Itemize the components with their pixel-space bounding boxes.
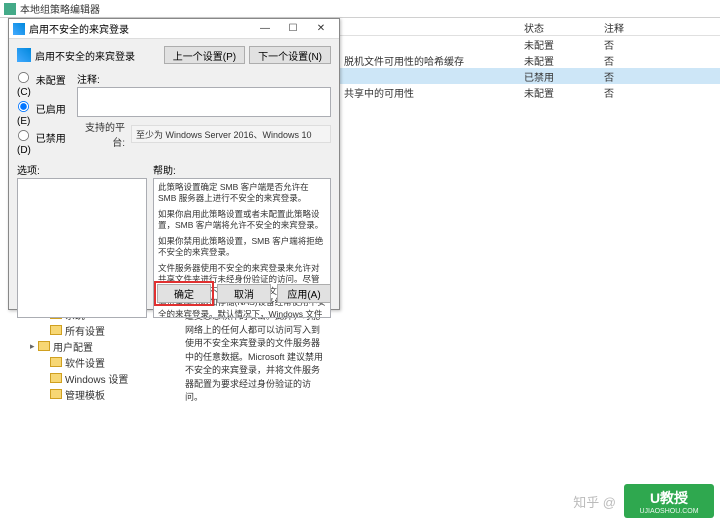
- zhihu-watermark: 知乎 @: [573, 492, 616, 511]
- policy-dialog: 启用不安全的来宾登录 — ☐ ✕ 启用不安全的来宾登录 上一个设置(P) 下一个…: [8, 18, 340, 310]
- options-box: [17, 178, 147, 318]
- next-setting-button[interactable]: 下一个设置(N): [249, 46, 331, 64]
- brand-logo: U教授 UJIAOSHOU.COM: [624, 484, 714, 518]
- dialog-icon: [13, 23, 25, 35]
- dialog-title: 启用不安全的来宾登录: [29, 21, 251, 36]
- list-row[interactable]: 已禁用否: [340, 68, 720, 84]
- supported-value: 至少为 Windows Server 2016、Windows 10: [131, 125, 331, 143]
- dialog-titlebar[interactable]: 启用不安全的来宾登录 — ☐ ✕: [9, 19, 339, 39]
- list-header: 状态 注释: [340, 18, 720, 36]
- tree-item[interactable]: ▸用户配置: [30, 338, 140, 354]
- comment-textbox[interactable]: [77, 87, 331, 117]
- side-help-text: 遭受恶意软件的攻击。此外，可能网络上的任何人都可以访问写入到使用不安全来宾登录的…: [185, 310, 325, 405]
- col-name[interactable]: [340, 18, 520, 35]
- list-row[interactable]: 共享中的可用性未配置否: [340, 84, 720, 100]
- app-icon: [4, 3, 16, 15]
- setting-name-label: 启用不安全的来宾登录: [35, 48, 135, 63]
- comment-label: 注释:: [77, 75, 100, 86]
- opt-not-configured[interactable]: 未配置(C): [17, 71, 77, 98]
- list-row[interactable]: 脱机文件可用性的哈希缓存未配置否: [340, 52, 720, 68]
- app-titlebar: 本地组策略编辑器: [0, 0, 720, 18]
- list-row[interactable]: 未配置否: [340, 36, 720, 52]
- col-comment[interactable]: 注释: [600, 18, 720, 35]
- watermark: 知乎 @ U教授 UJIAOSHOU.COM: [573, 484, 714, 518]
- policy-list: 状态 注释 未配置否脱机文件可用性的哈希缓存未配置否已禁用否共享中的可用性未配置…: [340, 18, 720, 100]
- tree-item[interactable]: 管理模板: [42, 386, 140, 402]
- ok-button[interactable]: 确定: [157, 284, 211, 303]
- tree-item[interactable]: Windows 设置: [42, 370, 140, 386]
- supported-label: 支持的平台:: [77, 119, 125, 149]
- minimize-button[interactable]: —: [251, 20, 279, 38]
- tree-item[interactable]: 软件设置: [42, 354, 140, 370]
- close-button[interactable]: ✕: [307, 20, 335, 38]
- opt-enabled[interactable]: 已启用(E): [17, 100, 77, 127]
- cancel-button[interactable]: 取消: [217, 284, 271, 303]
- brand-url: UJIAOSHOU.COM: [639, 508, 698, 515]
- app-title: 本地组策略编辑器: [20, 1, 100, 16]
- brand-name: U教授: [650, 488, 688, 508]
- tree-item[interactable]: 所有设置: [42, 322, 140, 338]
- col-state[interactable]: 状态: [520, 18, 600, 35]
- options-box-label: 选项:: [17, 162, 147, 177]
- opt-disabled[interactable]: 已禁用(D): [17, 129, 77, 156]
- help-box-label: 帮助:: [153, 162, 331, 177]
- policy-icon: [17, 48, 31, 62]
- setting-name: 启用不安全的来宾登录: [17, 48, 160, 63]
- prev-setting-button[interactable]: 上一个设置(P): [164, 46, 245, 64]
- apply-button[interactable]: 应用(A): [277, 284, 331, 303]
- maximize-button[interactable]: ☐: [279, 20, 307, 38]
